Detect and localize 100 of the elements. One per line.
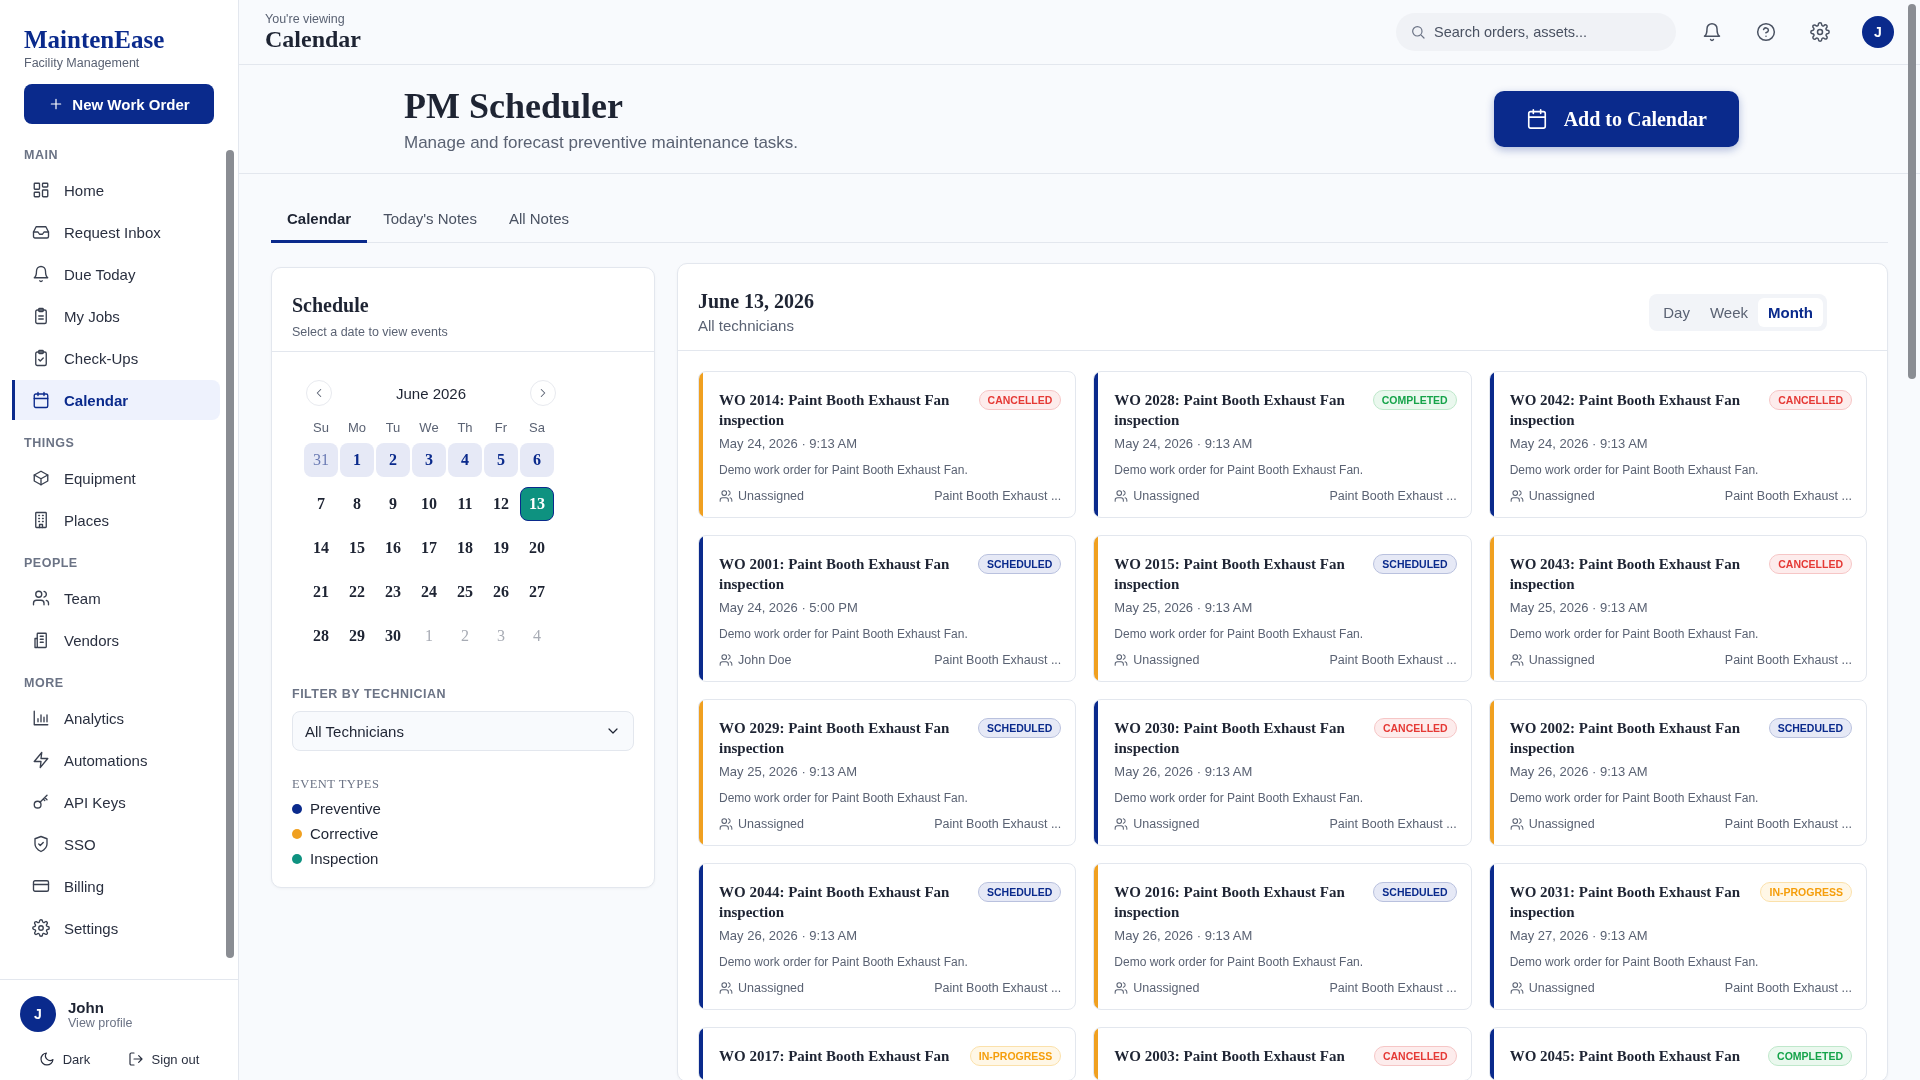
- bell-icon: [1702, 22, 1722, 42]
- calendar-day[interactable]: 17: [412, 531, 446, 565]
- tab[interactable]: Calendar: [271, 198, 368, 243]
- user-name: John: [68, 998, 105, 1016]
- nav-item[interactable]: Equipment: [12, 458, 220, 498]
- work-order-card[interactable]: WO 2016: Paint Booth Exhaust Fan inspection SCHEDULED May 26, 2026 · 9:13 AM Demo work order for Paint Booth Exhaust Fan. Unassigned Paint Booth Exhaust ...: [1093, 863, 1472, 1010]
- nav-item[interactable]: SSO: [12, 824, 220, 864]
- calendar-day[interactable]: 23: [376, 575, 410, 609]
- help-icon: [1756, 22, 1776, 42]
- calendar-day[interactable]: 13: [520, 487, 554, 521]
- calendar-day[interactable]: 29: [340, 619, 374, 653]
- view-button[interactable]: Week: [1699, 297, 1758, 327]
- work-order-card[interactable]: WO 2043: Paint Booth Exhaust Fan inspection CANCELLED May 25, 2026 · 9:13 AM Demo work order for Paint Booth Exhaust Fan. Unassigned Paint Booth Exhaust ...: [1488, 535, 1867, 682]
- calendar-day[interactable]: 24: [412, 575, 446, 609]
- work-order-datetime: May 25, 2026 · 9:13 AM: [1509, 600, 1649, 615]
- users-icon: [719, 817, 733, 831]
- nav-item[interactable]: Due Today: [12, 254, 220, 294]
- technician-select[interactable]: All Technicians: [292, 711, 634, 751]
- calendar-day[interactable]: 30: [376, 619, 410, 653]
- calendar-day[interactable]: 31: [304, 443, 338, 477]
- calendar-day[interactable]: 22: [340, 575, 374, 609]
- nav-item[interactable]: Request Inbox: [12, 212, 220, 252]
- work-order-card[interactable]: WO 2044: Paint Booth Exhaust Fan inspection SCHEDULED May 26, 2026 · 9:13 AM Demo work order for Paint Booth Exhaust Fan. Unassigned Paint Booth Exhaust ...: [698, 863, 1077, 1010]
- view-profile-link[interactable]: View profile: [68, 1015, 133, 1030]
- nav-item[interactable]: Analytics: [12, 698, 220, 738]
- tab[interactable]: Today's Notes: [367, 198, 493, 243]
- status-badge: SCHEDULED: [1373, 554, 1457, 574]
- nav-item[interactable]: Vendors: [12, 620, 220, 660]
- calendar-day[interactable]: 19: [484, 531, 518, 565]
- work-order-card[interactable]: WO 2003: Paint Booth Exhaust Fan CANCELLED: [1093, 1027, 1472, 1080]
- user-avatar[interactable]: J: [1862, 16, 1894, 48]
- calendar-day[interactable]: 25: [448, 575, 482, 609]
- nav-item[interactable]: Calendar: [12, 380, 220, 420]
- view-button[interactable]: Day: [1653, 297, 1700, 327]
- work-order-description: Demo work order for Paint Booth Exhaust Fan.: [1509, 955, 1760, 969]
- calendar-day[interactable]: 14: [304, 531, 338, 565]
- work-order-card[interactable]: WO 2014: Paint Booth Exhaust Fan inspection CANCELLED May 24, 2026 · 9:13 AM Demo work order for Paint Booth Exhaust Fan. Unassigned Paint Booth Exhaust ...: [698, 371, 1077, 518]
- scrollbar[interactable]: [1908, 4, 1916, 379]
- work-order-card[interactable]: WO 2030: Paint Booth Exhaust Fan inspection CANCELLED May 26, 2026 · 9:13 AM Demo work order for Paint Booth Exhaust Fan. Unassigned Paint Booth Exhaust ...: [1093, 699, 1472, 846]
- status-badge: SCHEDULED: [978, 554, 1062, 574]
- sign-out-button[interactable]: Sign out: [121, 1050, 206, 1068]
- status-badge: SCHEDULED: [1768, 718, 1852, 738]
- calendar-day[interactable]: 16: [376, 531, 410, 565]
- work-order-title: WO 2028: Paint Booth Exhaust Fan inspection: [1114, 391, 1346, 430]
- work-order-title: WO 2030: Paint Booth Exhaust Fan inspection: [1114, 719, 1346, 758]
- work-order-card[interactable]: WO 2028: Paint Booth Exhaust Fan inspection COMPLETED May 24, 2026 · 9:13 AM Demo work order for Paint Booth Exhaust Fan. Unassigned Paint Booth Exhaust ...: [1093, 371, 1472, 518]
- nav-item[interactable]: My Jobs: [12, 296, 220, 336]
- calendar-day[interactable]: 3: [412, 443, 446, 477]
- nav-item[interactable]: Places: [12, 500, 220, 540]
- search-field[interactable]: Search orders, assets...: [1396, 13, 1676, 51]
- work-order-card[interactable]: WO 2031: Paint Booth Exhaust Fan inspection IN-PROGRESS May 27, 2026 · 9:13 AM Demo work order for Paint Booth Exhaust Fan. Unassigned Paint Booth Exhaust ...: [1488, 863, 1867, 1010]
- weekday-label: Tu: [384, 420, 402, 435]
- work-order-datetime: May 26, 2026 · 9:13 AM: [1509, 764, 1649, 779]
- calendar-day[interactable]: 28: [304, 619, 338, 653]
- previous-month-button[interactable]: [306, 380, 332, 406]
- assignee-text: Unassigned: [1528, 489, 1595, 503]
- calendar-day[interactable]: 21: [304, 575, 338, 609]
- dark-mode-button[interactable]: Dark: [32, 1050, 97, 1068]
- work-order-card[interactable]: WO 2029: Paint Booth Exhaust Fan inspection SCHEDULED May 25, 2026 · 9:13 AM Demo work order for Paint Booth Exhaust Fan. Unassigned Paint Booth Exhaust ...: [698, 699, 1077, 846]
- calendar-day[interactable]: 10: [412, 487, 446, 521]
- add-to-calendar-button[interactable]: Add to Calendar: [1493, 91, 1739, 147]
- nav-item[interactable]: Check-Ups: [12, 338, 220, 378]
- calendar-day[interactable]: 4: [448, 443, 482, 477]
- user-avatar[interactable]: J: [20, 996, 56, 1032]
- calendar-day[interactable]: 2: [376, 443, 410, 477]
- calendar-day[interactable]: 11: [448, 487, 482, 521]
- calendar-day[interactable]: 18: [448, 531, 482, 565]
- work-order-card[interactable]: WO 2045: Paint Booth Exhaust Fan COMPLETED: [1488, 1027, 1867, 1080]
- assignee-text: Unassigned: [1133, 653, 1200, 667]
- nav-item[interactable]: Home: [12, 170, 220, 210]
- work-order-datetime: May 24, 2026 · 9:13 AM: [1114, 436, 1254, 451]
- work-order-card[interactable]: WO 2002: Paint Booth Exhaust Fan inspection SCHEDULED May 26, 2026 · 9:13 AM Demo work order for Paint Booth Exhaust Fan. Unassigned Paint Booth Exhaust ...: [1488, 699, 1867, 846]
- panel-subtitle: Select a date to view events: [292, 325, 449, 339]
- calendar-day[interactable]: 15: [340, 531, 374, 565]
- nav-item[interactable]: Settings: [12, 908, 220, 948]
- calendar-day[interactable]: 12: [484, 487, 518, 521]
- calendar-day[interactable]: 8: [340, 487, 374, 521]
- breadcrumb-eyebrow: You're viewing: [265, 11, 346, 26]
- nav-item[interactable]: Automations: [12, 740, 220, 780]
- calendar-day[interactable]: 5: [484, 443, 518, 477]
- work-order-card[interactable]: WO 2001: Paint Booth Exhaust Fan inspection SCHEDULED May 24, 2026 · 5:00 PM Demo work order for Paint Booth Exhaust Fan. John Doe Paint Booth Exhaust ...: [698, 535, 1077, 682]
- calendar-day[interactable]: 1: [340, 443, 374, 477]
- tab[interactable]: All Notes: [492, 198, 585, 243]
- weekday-label: We: [418, 420, 440, 435]
- calendar-day[interactable]: 26: [484, 575, 518, 609]
- nav-item[interactable]: API Keys: [12, 782, 220, 822]
- view-button[interactable]: Month: [1758, 297, 1823, 327]
- calendar-day[interactable]: 6: [520, 443, 554, 477]
- work-order-card[interactable]: WO 2017: Paint Booth Exhaust Fan IN-PROGRESS: [698, 1027, 1077, 1080]
- calendar-day[interactable]: 9: [376, 487, 410, 521]
- calendar-day[interactable]: 7: [304, 487, 338, 521]
- calendar-day[interactable]: 20: [520, 531, 554, 565]
- work-order-card[interactable]: WO 2042: Paint Booth Exhaust Fan inspection CANCELLED May 24, 2026 · 9:13 AM Demo work order for Paint Booth Exhaust Fan. Unassigned Paint Booth Exhaust ...: [1488, 371, 1867, 518]
- calendar-day[interactable]: 27: [520, 575, 554, 609]
- nav-item[interactable]: Team: [12, 578, 220, 618]
- work-order-card[interactable]: WO 2015: Paint Booth Exhaust Fan inspection SCHEDULED May 25, 2026 · 9:13 AM Demo work order for Paint Booth Exhaust Fan. Unassigned Paint Booth Exhaust ...: [1093, 535, 1472, 682]
- scrollbar[interactable]: [226, 150, 234, 958]
- new-work-order-button[interactable]: New Work Order: [24, 84, 214, 124]
- next-month-button[interactable]: [530, 380, 556, 406]
- nav-item[interactable]: Billing: [12, 866, 220, 906]
